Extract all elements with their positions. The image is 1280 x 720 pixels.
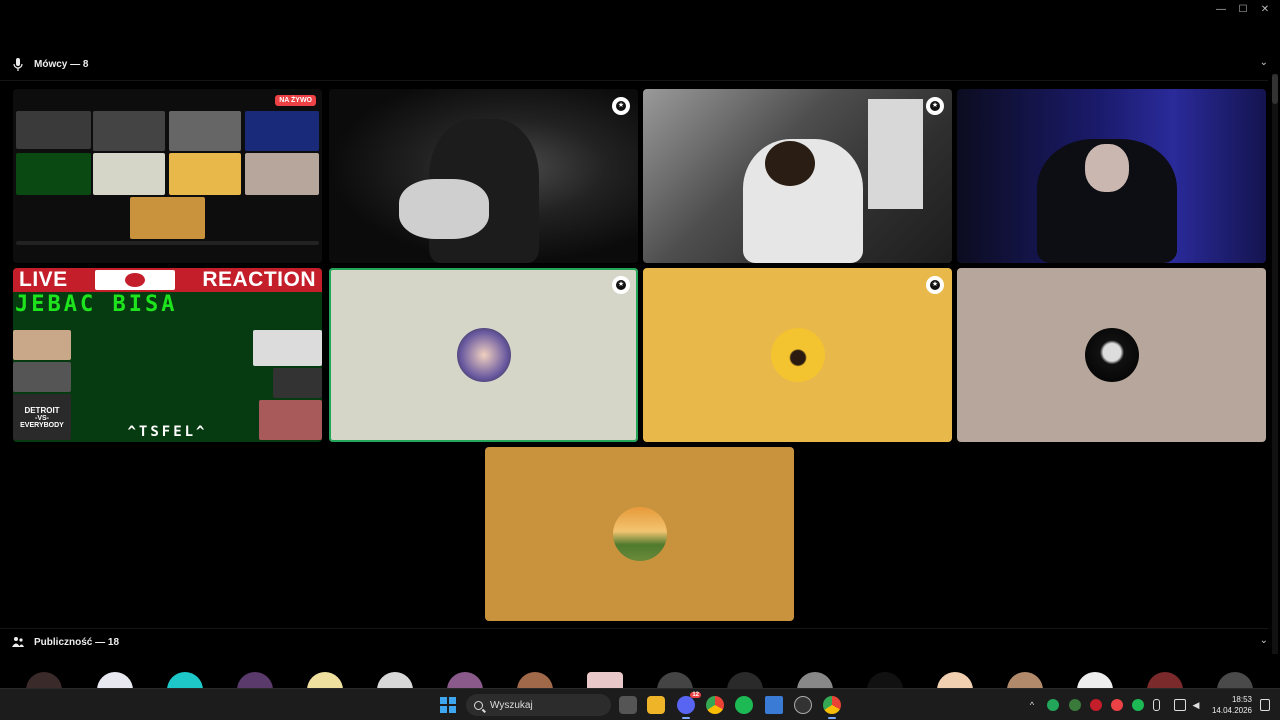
speakers-title: Mówcy — 8 <box>34 58 89 70</box>
avatar <box>770 328 825 382</box>
volume-icon[interactable]: ◀ <box>1190 699 1202 711</box>
stream-reaction-label: REACTION <box>202 268 316 291</box>
search-placeholder: Wyszukaj <box>490 699 533 711</box>
file-explorer-icon[interactable] <box>647 696 665 714</box>
tray-app-icon[interactable] <box>1069 699 1081 711</box>
taskbar-search[interactable]: Wyszukaj <box>466 694 611 716</box>
notifications-icon[interactable] <box>1260 699 1270 711</box>
person-head <box>765 141 815 186</box>
participant-avatar-tile[interactable] <box>485 447 794 621</box>
divider <box>0 80 1268 81</box>
chevron-down-icon[interactable]: ⌄ <box>1260 57 1268 68</box>
stream-thumbnail <box>13 362 71 392</box>
divider <box>0 628 1268 629</box>
stream-thumbnail <box>13 330 71 360</box>
screen-share-tile[interactable]: NA ŻYWO <box>13 89 322 263</box>
mini-taskbar <box>16 241 319 245</box>
participant-avatar-tile[interactable]: ★ <box>329 268 638 442</box>
taskbar: Wyszukaj 12 ^ ◀ 18:53 14.04.2026 <box>0 688 1280 720</box>
tray-app-icon[interactable] <box>1111 699 1123 711</box>
audience-header[interactable]: Publiczność — 18 ⌄ <box>0 630 1280 654</box>
stream-thumbnail <box>273 368 322 398</box>
tray-app-icon[interactable] <box>1090 699 1102 711</box>
window-controls: — ☐ ✕ <box>1210 2 1276 16</box>
chevron-down-icon[interactable]: ⌄ <box>1260 635 1268 646</box>
moderator-icon: ★ <box>926 276 944 294</box>
stream-live-label: LIVE <box>19 268 68 291</box>
search-icon <box>474 700 483 710</box>
discord-icon[interactable]: 12 <box>677 692 701 719</box>
moderator-icon: ★ <box>926 97 944 115</box>
stream-tile[interactable]: LIVE REACTION JEBAC BISA DETROIT -VS- EV… <box>13 268 322 442</box>
mini-window <box>16 111 91 149</box>
moderator-icon: ★ <box>612 97 630 115</box>
detroit-text-1: DETROIT <box>24 405 60 415</box>
notepad-icon[interactable] <box>765 696 783 714</box>
microphone-icon <box>12 57 24 71</box>
clock-date: 14.04.2026 <box>1211 706 1252 715</box>
avatar <box>456 328 511 382</box>
mini-cam <box>169 111 241 151</box>
chrome-icon[interactable] <box>823 696 841 719</box>
maximize-button[interactable]: ☐ <box>1232 2 1254 16</box>
moderator-icon: ★ <box>612 276 630 294</box>
task-view-icon[interactable] <box>619 696 637 714</box>
stream-thumbnail <box>253 330 322 366</box>
spotify-tray-icon[interactable] <box>1132 699 1144 711</box>
mini-avatar <box>169 153 241 195</box>
participant-avatar-tile[interactable]: ★ <box>643 268 952 442</box>
network-icon[interactable] <box>1174 699 1186 711</box>
microphone-tray-icon[interactable] <box>1153 699 1160 711</box>
minimize-button[interactable]: — <box>1210 2 1232 16</box>
stream-banner: LIVE REACTION <box>13 268 322 292</box>
scrollbar[interactable] <box>1272 74 1278 654</box>
person-face <box>1085 144 1129 192</box>
bookshelf <box>868 99 923 209</box>
person-legs <box>399 179 489 239</box>
mini-avatar <box>245 153 319 195</box>
spotify-icon[interactable] <box>735 696 753 714</box>
tray-app-icon[interactable] <box>1047 699 1059 711</box>
stream-logo <box>95 270 175 290</box>
participant-video-tile[interactable]: ★ <box>643 89 952 263</box>
speakers-header[interactable]: Mówcy — 8 ⌄ <box>0 52 1280 76</box>
windows-start-icon[interactable] <box>440 697 456 713</box>
stream-footer: ^TSFEL^ <box>127 424 208 440</box>
participant-video-tile[interactable] <box>957 89 1266 263</box>
clock[interactable]: 18:53 14.04.2026 <box>1212 694 1252 716</box>
detroit-text-2: -VS- <box>35 414 49 422</box>
avatar <box>612 507 667 561</box>
avatar <box>1084 328 1139 382</box>
mini-cam <box>245 111 319 151</box>
mini-avatar <box>130 197 205 239</box>
audience-icon <box>12 635 24 649</box>
mini-stream <box>16 153 91 195</box>
mini-cam <box>93 111 165 151</box>
audience-title: Publiczność — 18 <box>34 636 120 648</box>
discord-badge: 12 <box>690 692 701 698</box>
stream-headline: JEBAC BISA <box>15 292 178 317</box>
mini-avatar <box>93 153 165 195</box>
scrollbar-thumb[interactable] <box>1272 74 1278 104</box>
close-button[interactable]: ✕ <box>1254 2 1276 16</box>
participant-video-tile[interactable]: ★ <box>329 89 638 263</box>
clock-time: 18:53 <box>1231 695 1252 704</box>
chrome-icon[interactable] <box>706 696 724 714</box>
live-badge: NA ŻYWO <box>275 95 316 106</box>
participant-avatar-tile[interactable] <box>957 268 1266 442</box>
tray-chevron-icon[interactable]: ^ <box>1026 699 1038 711</box>
steam-icon[interactable] <box>794 696 812 714</box>
